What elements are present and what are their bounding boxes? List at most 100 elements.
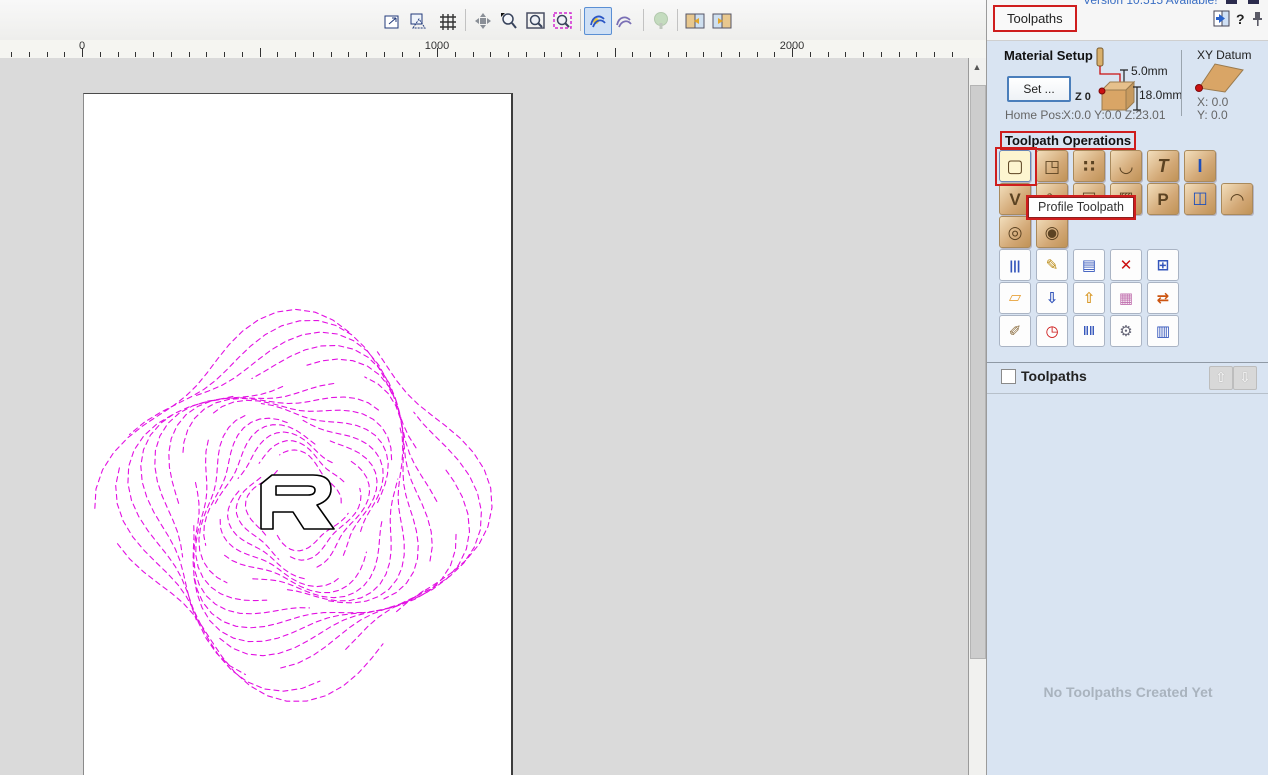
layout-2d3d-right-button[interactable] xyxy=(708,7,736,35)
save-visible-toolpaths-button[interactable]: ⇧ xyxy=(1073,282,1105,314)
material-diagram xyxy=(1096,47,1141,112)
profile-toolpath-button[interactable]: ▢ xyxy=(999,150,1031,182)
offset-vector[interactable] xyxy=(306,358,433,562)
toolpaths-visibility-checkbox[interactable] xyxy=(1001,369,1016,384)
offset-vector[interactable] xyxy=(192,525,364,629)
rounding-toolpath-icon: ◠ xyxy=(1230,189,1244,209)
offset-vector[interactable] xyxy=(211,399,393,461)
help-icon[interactable]: ? xyxy=(1236,11,1245,27)
toolpath-times-icon: ◷ xyxy=(1045,322,1059,340)
vcarve-toolpath-icon: V xyxy=(1009,189,1021,209)
zoom-interactive-icon xyxy=(501,13,517,29)
toolpath-operations-grid: ▢◳∷◡TIV✎▤▨P◫◠◎◉|||✎▤✕⊞▱⇩⇧▦⇄✐◷‖‖⚙▥ xyxy=(995,147,1259,348)
open-toolpath-button[interactable]: ▱ xyxy=(999,282,1031,314)
toolpath-drawing-button[interactable]: ‖‖ xyxy=(1073,315,1105,347)
spiral-toolpath-button[interactable]: ◎ xyxy=(999,216,1031,248)
moulding-toolpath-button[interactable]: ◫ xyxy=(1184,183,1216,215)
edit-toolpath-button[interactable]: ✎ xyxy=(1036,249,1068,281)
offset-vector[interactable] xyxy=(182,396,379,457)
save-gcode-icon: ▥ xyxy=(1155,322,1171,340)
prism-carve-toolpath-icon: P xyxy=(1157,189,1169,209)
save-visible-toolpaths-icon: ⇧ xyxy=(1082,289,1096,307)
xy-datum-diagram xyxy=(1195,63,1244,93)
panel-tab-bar: Version 10.515 Available! Toolpaths ? xyxy=(987,0,1268,41)
edit-toolpath-icon: ✎ xyxy=(1045,256,1059,274)
version-update-link[interactable]: Version 10.515 Available! xyxy=(1083,0,1218,7)
snap-grid-button[interactable] xyxy=(434,7,462,35)
drilling-toolpath-button[interactable]: ∷ xyxy=(1073,150,1105,182)
design-canvas[interactable] xyxy=(0,58,968,775)
zoom-selected-button[interactable] xyxy=(549,7,577,35)
offset-vector[interactable] xyxy=(195,439,268,602)
view-vectors-icon xyxy=(616,16,632,28)
scroll-up-icon[interactable]: ▲ xyxy=(969,60,985,74)
offset-vector[interactable] xyxy=(364,376,419,600)
panel-collapse-icon[interactable] xyxy=(1213,10,1231,28)
offset-vector[interactable] xyxy=(154,385,284,558)
no-toolpaths-message: No Toolpaths Created Yet xyxy=(1043,684,1213,700)
ruler-label-1000: 1000 xyxy=(424,40,450,52)
offset-vector[interactable] xyxy=(328,423,405,604)
preview-toolpaths-button[interactable]: ✐ xyxy=(999,315,1031,347)
layout-2d3d-left-button[interactable] xyxy=(681,7,709,35)
r-logo-counter[interactable] xyxy=(275,485,316,496)
r-logo-outline[interactable] xyxy=(260,474,335,530)
scrollbar-thumb[interactable] xyxy=(970,85,986,659)
toolpaths-list-title: Toolpaths xyxy=(1021,368,1087,384)
offset-vector[interactable] xyxy=(345,411,482,650)
duplicate-toolpath-icon: ▤ xyxy=(1081,256,1097,274)
zoom-to-fit-icon xyxy=(384,15,399,29)
z-zero-label: Z 0 xyxy=(1075,91,1091,103)
offset-vector[interactable] xyxy=(224,551,367,594)
thickness-value: 18.0mm xyxy=(1139,88,1183,102)
inlay-toolpath-icon: I xyxy=(1197,156,1203,176)
toolpath-times-button[interactable]: ◷ xyxy=(1036,315,1068,347)
inlay-toolpath-button[interactable]: I xyxy=(1184,150,1216,182)
pocket-toolpath-button[interactable]: ◳ xyxy=(1036,150,1068,182)
pan-view-button[interactable] xyxy=(469,7,497,35)
toolpath-template-button[interactable]: ▦ xyxy=(1110,282,1142,314)
window-button-cut2 xyxy=(1248,0,1259,4)
zoom-interactive-button[interactable] xyxy=(495,7,523,35)
save-toolpath-button[interactable]: ⇩ xyxy=(1036,282,1068,314)
move-toolpath-up-button[interactable]: ⇧ xyxy=(1209,366,1233,390)
dome-toolpath-icon: ◉ xyxy=(1044,222,1060,242)
merge-toolpaths-button[interactable]: ⇄ xyxy=(1147,282,1179,314)
delete-toolpath-button[interactable]: ✕ xyxy=(1110,249,1142,281)
offset-vector[interactable] xyxy=(127,414,246,676)
toolpath-settings-icon: ⚙ xyxy=(1119,322,1133,340)
offset-vector[interactable] xyxy=(329,440,378,556)
save-gcode-button[interactable]: ▥ xyxy=(1147,315,1179,347)
bowl-dish-toolpath-button[interactable]: ◡ xyxy=(1110,150,1142,182)
toolpath-settings-button[interactable]: ⚙ xyxy=(1110,315,1142,347)
prism-carve-toolpath-button[interactable]: P xyxy=(1147,183,1179,215)
preview-toolpaths-icon: ✐ xyxy=(1008,322,1022,340)
offset-vector[interactable] xyxy=(140,395,234,621)
zoom-to-fit-button[interactable] xyxy=(379,7,407,35)
zoom-to-drawing-button[interactable] xyxy=(405,7,433,35)
view-3d-button[interactable] xyxy=(647,7,675,35)
toolpath-vectors[interactable] xyxy=(0,58,968,775)
tool-database-button[interactable]: ||| xyxy=(999,249,1031,281)
zoom-box-button[interactable] xyxy=(522,7,550,35)
offset-vector[interactable] xyxy=(116,543,384,702)
quick-engrave-text-button[interactable]: T xyxy=(1147,150,1179,182)
rounding-toolpath-button[interactable]: ◠ xyxy=(1221,183,1253,215)
offset-vector[interactable] xyxy=(376,351,493,613)
pin-icon[interactable] xyxy=(1250,10,1264,27)
view-vectors-button[interactable] xyxy=(610,7,638,35)
view-3d-icon xyxy=(654,12,668,29)
offset-vector[interactable] xyxy=(237,431,333,479)
material-set-button[interactable]: Set ... xyxy=(1007,76,1071,102)
duplicate-toolpath-button[interactable]: ▤ xyxy=(1073,249,1105,281)
layout-2d3d-right-icon xyxy=(712,13,732,29)
dome-toolpath-button[interactable]: ◉ xyxy=(1036,216,1068,248)
estimate-machining-time-button[interactable]: ⊞ xyxy=(1147,249,1179,281)
layout-2d3d-left-icon xyxy=(685,13,705,29)
canvas-vertical-scrollbar[interactable]: ▲ xyxy=(968,58,986,775)
move-toolpath-down-button[interactable]: ⇩ xyxy=(1233,366,1257,390)
tab-toolpaths[interactable]: Toolpaths xyxy=(993,5,1077,32)
view-2d-button[interactable] xyxy=(584,7,612,35)
window-button-cut xyxy=(1226,0,1237,4)
moulding-toolpath-icon: ◫ xyxy=(1192,190,1208,207)
